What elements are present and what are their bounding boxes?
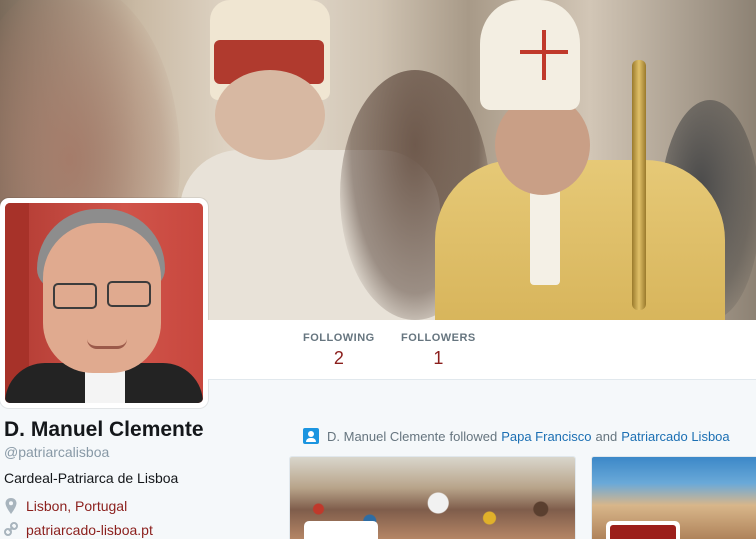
link-icon bbox=[4, 522, 18, 536]
banner-cross-vertical bbox=[542, 30, 546, 80]
profile-location: Lisbon, Portugal bbox=[4, 498, 127, 514]
activity-account-link-2[interactable]: Patriarcado Lisboa bbox=[621, 429, 729, 444]
card-avatar-logo bbox=[610, 525, 676, 539]
banner-stole bbox=[530, 185, 560, 285]
card-avatar[interactable] bbox=[304, 521, 378, 539]
followers-count: 1 bbox=[433, 348, 444, 368]
activity-account-link-1[interactable]: Papa Francisco bbox=[501, 429, 591, 444]
avatar-mouth bbox=[87, 339, 127, 349]
banner-robe-gold bbox=[435, 160, 725, 320]
banner-face-left bbox=[215, 70, 325, 160]
banner-cross-horizontal bbox=[520, 50, 568, 54]
person-follow-icon bbox=[303, 428, 319, 444]
activity-conjunction: and bbox=[595, 428, 618, 444]
following-stat[interactable]: FOLLOWING 2 bbox=[303, 332, 375, 369]
avatar-photo bbox=[5, 203, 203, 403]
banner-mitre-main bbox=[480, 0, 580, 110]
banner-face-main bbox=[495, 95, 590, 195]
activity-actor: D. Manuel Clemente bbox=[327, 428, 446, 444]
profile-name[interactable]: D. Manuel Clemente bbox=[4, 418, 204, 442]
following-count: 2 bbox=[333, 348, 344, 368]
followers-stat[interactable]: FOLLOWERS 1 bbox=[401, 332, 476, 369]
followed-account-card-1[interactable] bbox=[289, 456, 576, 539]
profile-url: patriarcado-lisboa.pt bbox=[4, 522, 153, 538]
profile-avatar[interactable] bbox=[0, 198, 208, 408]
profile-handle[interactable]: @patriarcalisboa bbox=[4, 444, 109, 460]
followed-account-card-2[interactable] bbox=[591, 456, 756, 539]
banner-crozier bbox=[632, 60, 646, 310]
followers-label: FOLLOWERS bbox=[401, 332, 476, 344]
activity-notice: D. Manuel Clemente followed Papa Francis… bbox=[303, 428, 730, 444]
profile-location-text[interactable]: Lisbon, Portugal bbox=[26, 498, 127, 514]
avatar-glasses-left bbox=[53, 283, 97, 309]
map-pin-icon bbox=[5, 498, 17, 514]
profile-bio: Cardeal-Patriarca de Lisboa bbox=[4, 470, 179, 486]
profile-page: FOLLOWING 2 FOLLOWERS 1 D. Manuel Clemen… bbox=[0, 0, 756, 539]
profile-nav: FOLLOWING 2 FOLLOWERS 1 bbox=[208, 320, 756, 380]
activity-verb: followed bbox=[449, 428, 498, 444]
avatar-glasses-right bbox=[107, 281, 151, 307]
following-label: FOLLOWING bbox=[303, 332, 375, 344]
profile-url-link[interactable]: patriarcado-lisboa.pt bbox=[26, 522, 153, 538]
